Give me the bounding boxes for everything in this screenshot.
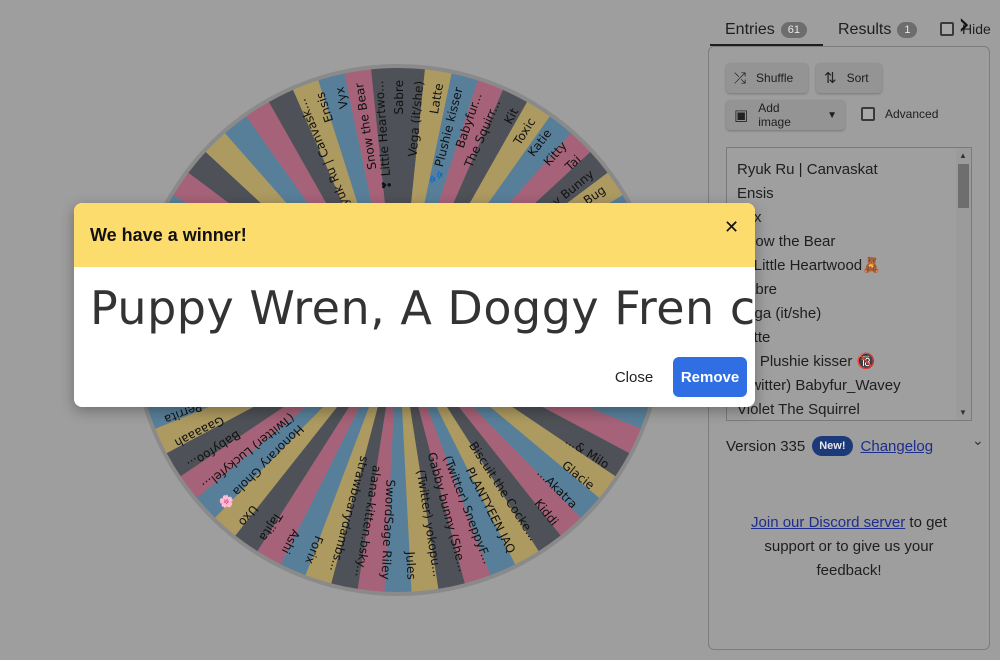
- entry-line: Violet The Squirrel: [737, 401, 860, 418]
- advanced-toggle[interactable]: Advanced: [861, 107, 938, 121]
- winner-name: Puppy Wren, A Doggy Fren c:: [90, 281, 755, 335]
- caret-down-icon: ▼: [827, 109, 837, 121]
- chevron-down-icon[interactable]: ⌄: [972, 433, 984, 449]
- entry-line: Ryuk Ru | Canvaskat: [737, 161, 878, 178]
- entry-line: Sabre: [737, 281, 778, 298]
- winner-dialog: We have a winner! ✕ Puppy Wren, A Doggy …: [74, 203, 755, 407]
- shuffle-label: Shuffle: [756, 71, 794, 85]
- sort-icon: ⇅: [824, 69, 837, 87]
- results-count-badge: 1: [897, 22, 918, 38]
- entry-line: Vega (it/she): [737, 305, 822, 322]
- tab-entries[interactable]: Entries 61: [725, 14, 808, 46]
- scroll-thumb[interactable]: [958, 164, 969, 208]
- wheel-label: Sabre: [392, 80, 406, 115]
- entry-line: (Twitter) Babyfur_Wavey: [737, 377, 901, 394]
- scroll-down-icon[interactable]: ▼: [959, 408, 967, 417]
- sort-button[interactable]: ⇅ Sort: [816, 63, 882, 93]
- scroll-up-icon[interactable]: ▲: [959, 151, 967, 160]
- entry-line: Vyx: [737, 206, 957, 230]
- version-row: Version 335 New! Changelog ⌄: [726, 433, 984, 459]
- advanced-label: Advanced: [885, 107, 939, 121]
- winner-dialog-title: We have a winner!: [90, 225, 247, 245]
- advanced-checkbox[interactable]: [861, 107, 875, 121]
- entries-count-badge: 61: [780, 22, 808, 38]
- entry-line: Snow the Bear: [737, 233, 836, 250]
- remove-button[interactable]: Remove: [673, 357, 747, 397]
- winner-dialog-header: We have a winner! ✕: [74, 203, 755, 267]
- hide-checkbox[interactable]: [940, 22, 954, 36]
- sort-label: Sort: [846, 71, 869, 85]
- entry-line: ❣ Little Heartwood🧸: [737, 257, 881, 274]
- entries-scrollbar[interactable]: ▲ ▼: [956, 148, 971, 420]
- version-label: Version 335: [726, 437, 806, 455]
- entries-textarea[interactable]: Ryuk Ru | Canvaskat Ensis Vyx Snow the Bear…: [726, 147, 972, 421]
- close-icon[interactable]: ✕: [724, 217, 739, 238]
- tab-entries-label: Entries: [725, 21, 775, 38]
- close-button[interactable]: Close: [602, 357, 666, 397]
- entry-line: 🐾 Plushie kisser 🔞: [737, 353, 876, 370]
- shuffle-button[interactable]: ⤮ Shuffle: [726, 63, 808, 93]
- entry-line: Ensis: [737, 185, 774, 202]
- changelog-link[interactable]: Changelog: [861, 438, 934, 455]
- discord-message: Join our Discord server to get support o…: [749, 511, 949, 583]
- tab-bar: Entries 61 Results 1 Hide: [710, 14, 1000, 46]
- discord-link[interactable]: Join our Discord server: [751, 514, 905, 531]
- collapse-panel-chevron-icon[interactable]: ›: [958, 10, 970, 40]
- entries-list: Ryuk Ru | Canvaskat Ensis Vyx Snow the Bear…: [737, 158, 957, 420]
- wheel-label: Jules: [403, 550, 419, 580]
- add-image-button[interactable]: ▣ Add image ▼: [726, 100, 845, 130]
- shuffle-icon: ⤮: [734, 69, 747, 87]
- tab-results-label: Results: [838, 21, 892, 38]
- add-image-label: Add image: [758, 101, 791, 129]
- image-icon: ▣: [734, 106, 749, 124]
- tab-results[interactable]: Results 1: [838, 14, 918, 46]
- entry-line: Latte: [737, 326, 957, 350]
- new-badge: New!: [812, 436, 853, 456]
